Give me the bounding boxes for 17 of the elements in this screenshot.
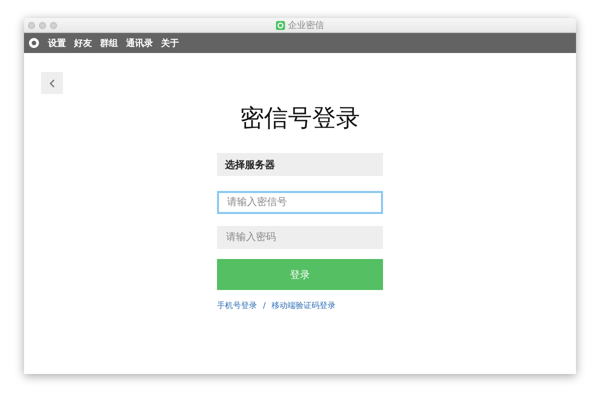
link[interactable]: 手机号登录 [217, 300, 257, 311]
link[interactable]: 移动端验证码登录 [272, 300, 336, 311]
menu-item[interactable]: 群组 [100, 36, 118, 50]
page-heading: 密信号登录 [240, 103, 360, 133]
password-field[interactable]: 请输入密码 [217, 226, 383, 249]
window-title: 企业密信 [288, 20, 324, 32]
menu-item[interactable]: 设置 [48, 36, 66, 50]
chevron-left-icon [49, 78, 55, 88]
server-select[interactable]: 选择服务器 [217, 153, 383, 176]
menu-item[interactable]: 好友 [74, 36, 92, 50]
menu-item[interactable]: 关于 [161, 36, 179, 50]
chat-bubble-icon [28, 36, 40, 50]
app-icon [276, 20, 285, 30]
account-field[interactable]: 请输入密信号 [217, 191, 383, 214]
back-button[interactable] [41, 72, 63, 94]
separator: / [263, 301, 266, 310]
menu-item[interactable]: 通讯录 [126, 36, 153, 50]
